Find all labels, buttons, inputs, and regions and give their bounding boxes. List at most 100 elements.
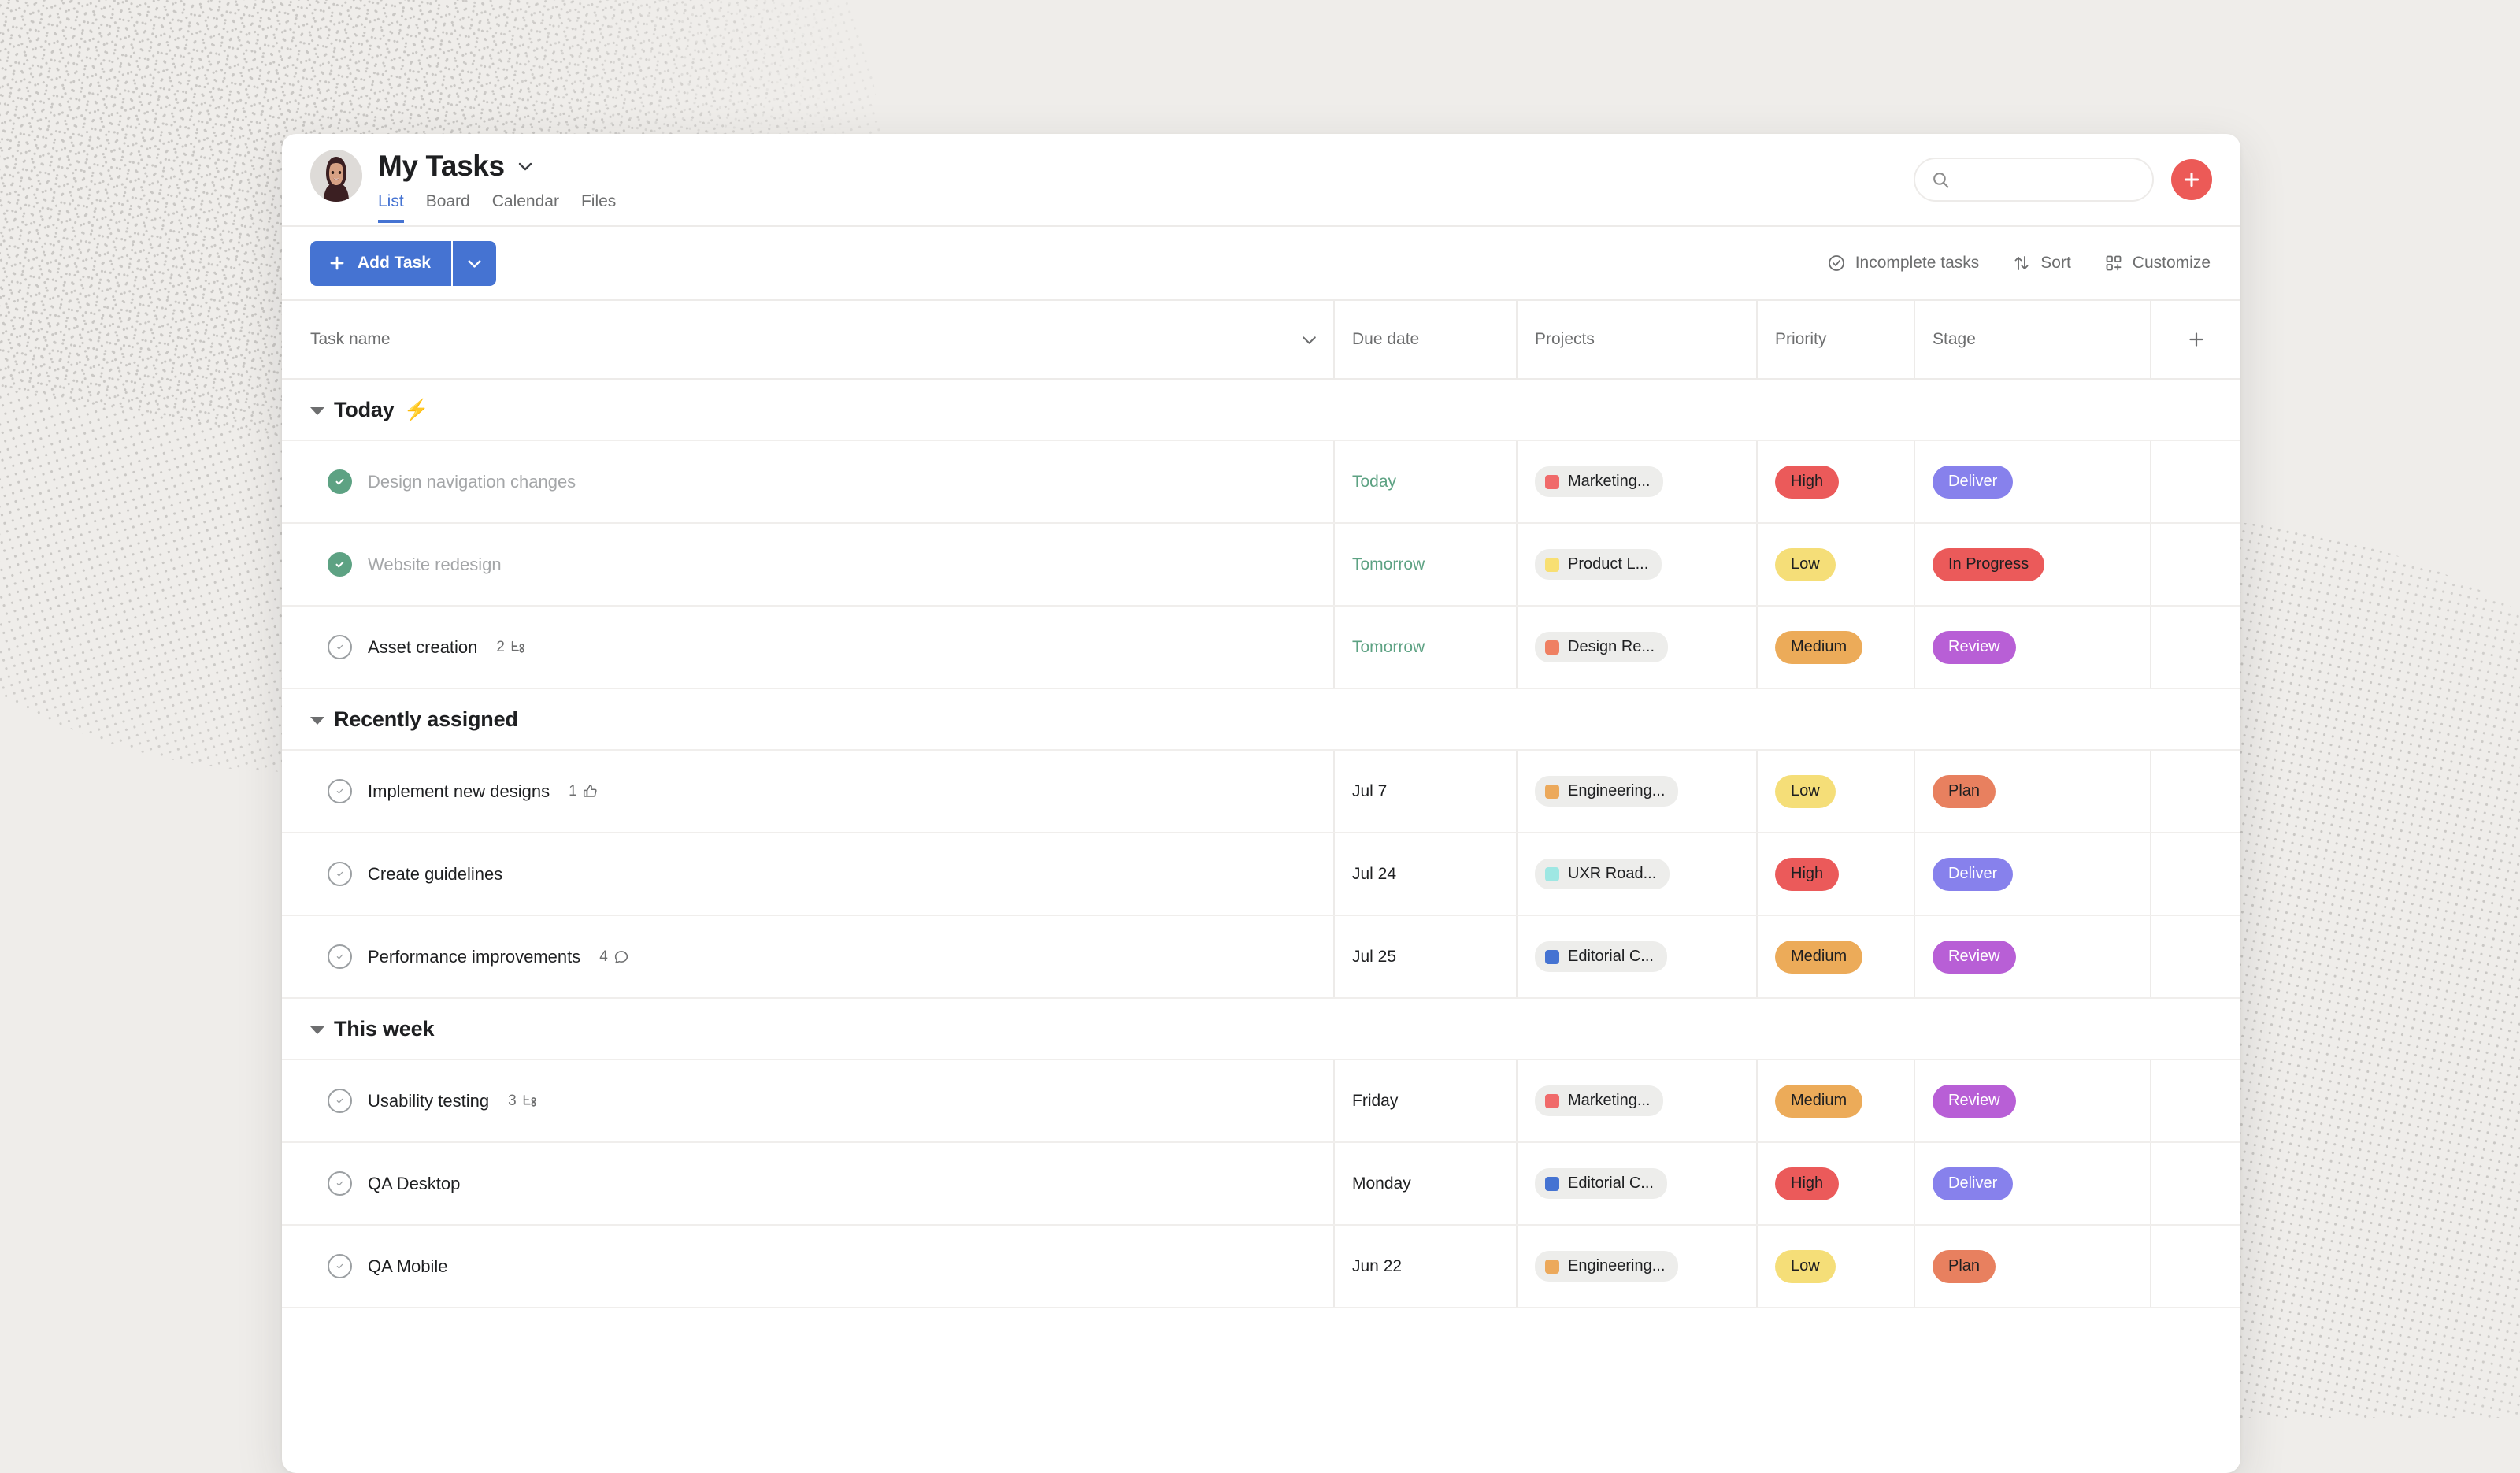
stage-cell[interactable]: Plan (1914, 1226, 2150, 1307)
task-complete-checkbox[interactable] (328, 1254, 352, 1278)
triangle-down-icon[interactable] (310, 406, 324, 415)
priority-cell[interactable]: High (1756, 441, 1914, 522)
stage-cell[interactable]: Review (1914, 916, 2150, 997)
chevron-down-icon[interactable] (516, 157, 535, 176)
tab-files[interactable]: Files (581, 192, 616, 223)
project-cell[interactable]: Editorial C... (1516, 1143, 1756, 1224)
stage-badge[interactable]: Review (1933, 1084, 2016, 1118)
table-row[interactable]: Usability testing 3 Friday Marketing... Medi… (282, 1060, 2240, 1143)
add-task-button[interactable]: Add Task (310, 240, 451, 286)
task-complete-checkbox[interactable] (328, 944, 352, 969)
table-row[interactable]: QA Mobile Jun 22 Engineering... Low Plan (282, 1226, 2240, 1308)
avatar[interactable] (310, 150, 362, 202)
stage-cell[interactable]: Deliver (1914, 1143, 2150, 1224)
stage-badge[interactable]: Plan (1933, 774, 1996, 808)
column-header-due-date[interactable]: Due date (1333, 301, 1516, 378)
stage-cell[interactable]: Review (1914, 607, 2150, 688)
tab-calendar[interactable]: Calendar (492, 192, 559, 223)
due-date-cell[interactable]: Tomorrow (1333, 607, 1516, 688)
priority-badge[interactable]: High (1775, 857, 1840, 891)
customize-button[interactable]: Customize (2104, 254, 2211, 273)
due-date-cell[interactable]: Jun 22 (1333, 1226, 1516, 1307)
stage-badge[interactable]: Review (1933, 940, 2016, 974)
project-chip[interactable]: Editorial C... (1535, 941, 1667, 972)
project-cell[interactable]: Design Re... (1516, 607, 1756, 688)
task-complete-checkbox[interactable] (328, 1171, 352, 1196)
project-chip[interactable]: Marketing... (1535, 466, 1664, 497)
stage-badge[interactable]: Plan (1933, 1249, 1996, 1283)
add-column-button[interactable] (2150, 301, 2240, 378)
add-task-dropdown-button[interactable] (450, 240, 496, 286)
priority-badge[interactable]: Low (1775, 1249, 1836, 1283)
due-date-cell[interactable]: Jul 24 (1333, 833, 1516, 915)
priority-badge[interactable]: Medium (1775, 940, 1863, 974)
task-complete-checkbox[interactable] (328, 552, 352, 577)
due-date-cell[interactable]: Jul 25 (1333, 916, 1516, 997)
table-row[interactable]: QA Desktop Monday Editorial C... High Delive… (282, 1143, 2240, 1226)
priority-cell[interactable]: Low (1756, 1226, 1914, 1307)
table-row[interactable]: Design navigation changes Today Marketing.… (282, 441, 2240, 524)
task-complete-checkbox[interactable] (328, 779, 352, 803)
task-complete-checkbox[interactable] (328, 635, 352, 659)
table-row[interactable]: Performance improvements 4 Jul 25 Editorial… (282, 916, 2240, 999)
priority-cell[interactable]: Medium (1756, 1060, 1914, 1141)
column-header-task-name[interactable]: Task name (282, 301, 1333, 378)
tab-board[interactable]: Board (426, 192, 470, 223)
task-complete-checkbox[interactable] (328, 1089, 352, 1113)
add-button[interactable] (2171, 159, 2212, 200)
project-cell[interactable]: Marketing... (1516, 441, 1756, 522)
priority-badge[interactable]: Medium (1775, 630, 1863, 664)
project-cell[interactable]: Editorial C... (1516, 916, 1756, 997)
priority-badge[interactable]: Low (1775, 774, 1836, 808)
tab-list[interactable]: List (378, 192, 404, 223)
project-cell[interactable]: Marketing... (1516, 1060, 1756, 1141)
task-complete-checkbox[interactable] (328, 862, 352, 886)
search-input[interactable] (1959, 170, 2136, 189)
priority-badge[interactable]: Medium (1775, 1084, 1863, 1118)
priority-badge[interactable]: High (1775, 465, 1840, 499)
triangle-down-icon[interactable] (310, 716, 324, 725)
priority-cell[interactable]: Low (1756, 524, 1914, 605)
task-complete-checkbox[interactable] (328, 469, 352, 494)
project-chip[interactable]: Design Re... (1535, 632, 1669, 662)
project-chip[interactable]: Product L... (1535, 549, 1662, 580)
stage-cell[interactable]: Deliver (1914, 833, 2150, 915)
stage-cell[interactable]: Plan (1914, 751, 2150, 832)
project-cell[interactable]: Engineering... (1516, 751, 1756, 832)
project-chip[interactable]: Marketing... (1535, 1085, 1664, 1116)
project-chip[interactable]: Editorial C... (1535, 1168, 1667, 1199)
sort-button[interactable]: Sort (2012, 254, 2071, 273)
priority-cell[interactable]: Medium (1756, 607, 1914, 688)
stage-badge[interactable]: Review (1933, 630, 2016, 664)
due-date-cell[interactable]: Jul 7 (1333, 751, 1516, 832)
stage-cell[interactable]: In Progress (1914, 524, 2150, 605)
stage-cell[interactable]: Deliver (1914, 441, 2150, 522)
priority-cell[interactable]: High (1756, 1143, 1914, 1224)
project-cell[interactable]: Engineering... (1516, 1226, 1756, 1307)
priority-badge[interactable]: High (1775, 1167, 1840, 1200)
stage-badge[interactable]: In Progress (1933, 547, 2045, 581)
due-date-cell[interactable]: Today (1333, 441, 1516, 522)
table-row[interactable]: Website redesign Tomorrow Product L... Low I… (282, 524, 2240, 607)
project-cell[interactable]: Product L... (1516, 524, 1756, 605)
priority-cell[interactable]: Medium (1756, 916, 1914, 997)
chevron-down-icon[interactable] (1299, 330, 1319, 350)
stage-badge[interactable]: Deliver (1933, 465, 2014, 499)
table-row[interactable]: Asset creation 2 Tomorrow Design Re... Mediu… (282, 607, 2240, 689)
project-cell[interactable]: UXR Road... (1516, 833, 1756, 915)
stage-badge[interactable]: Deliver (1933, 857, 2014, 891)
due-date-cell[interactable]: Friday (1333, 1060, 1516, 1141)
project-chip[interactable]: UXR Road... (1535, 859, 1670, 889)
triangle-down-icon[interactable] (310, 1026, 324, 1034)
table-row[interactable]: Create guidelines Jul 24 UXR Road... High De… (282, 833, 2240, 916)
priority-cell[interactable]: High (1756, 833, 1914, 915)
column-header-stage[interactable]: Stage (1914, 301, 2150, 378)
column-header-projects[interactable]: Projects (1516, 301, 1756, 378)
project-chip[interactable]: Engineering... (1535, 1251, 1679, 1282)
due-date-cell[interactable]: Monday (1333, 1143, 1516, 1224)
stage-badge[interactable]: Deliver (1933, 1167, 2014, 1200)
due-date-cell[interactable]: Tomorrow (1333, 524, 1516, 605)
project-chip[interactable]: Engineering... (1535, 776, 1679, 807)
stage-cell[interactable]: Review (1914, 1060, 2150, 1141)
column-header-priority[interactable]: Priority (1756, 301, 1914, 378)
